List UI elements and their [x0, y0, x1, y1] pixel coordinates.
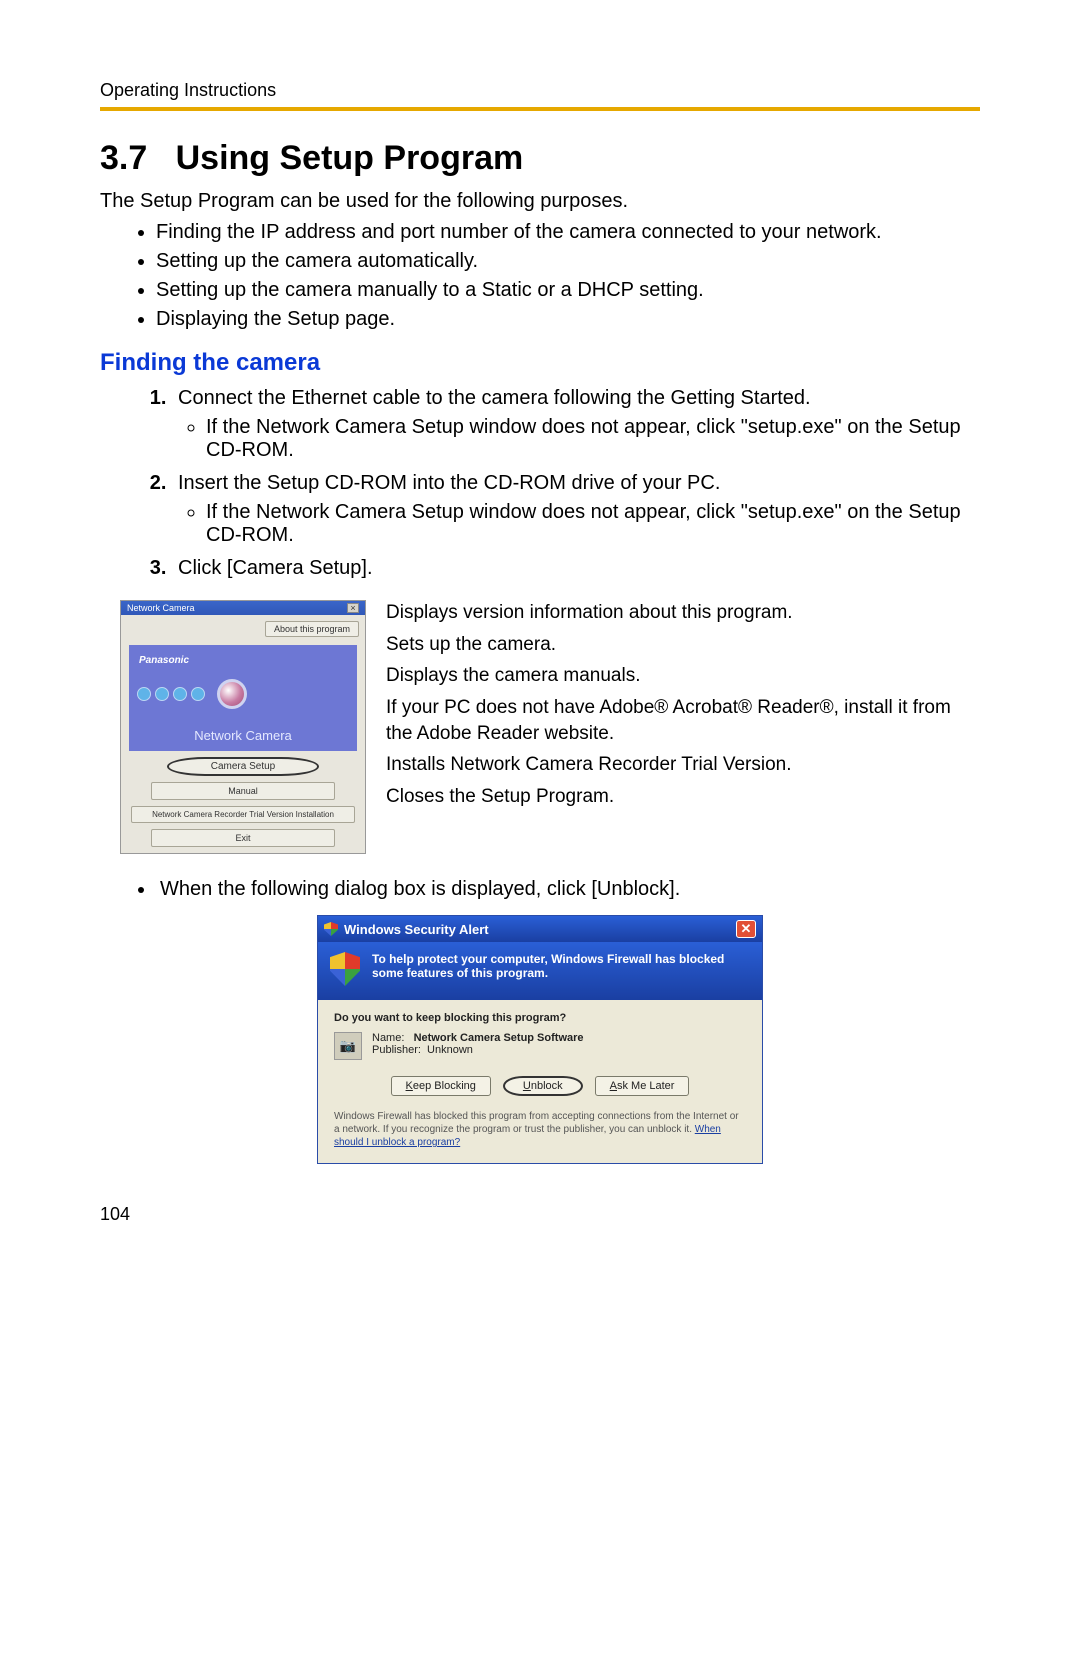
step-sub: If the Network Camera Setup window does …: [206, 501, 980, 547]
close-icon[interactable]: ×: [347, 603, 359, 613]
list-item: Setting up the camera manually to a Stat…: [156, 279, 980, 302]
brand-label: Panasonic: [139, 655, 189, 666]
intro-text: The Setup Program can be used for the fo…: [100, 190, 980, 213]
subheading: Finding the camera: [100, 349, 980, 377]
unblock-button[interactable]: UnblockUnblock: [503, 1076, 583, 1096]
star-icon: [155, 687, 169, 701]
unblock-note: When the following dialog box is display…: [100, 878, 980, 901]
list-item: Finding the IP address and port number o…: [156, 221, 980, 244]
window-title: Network Camera: [127, 603, 195, 613]
shield-small-icon: [324, 922, 338, 936]
doc-header: Operating Instructions: [100, 80, 980, 101]
shield-icon: [330, 952, 360, 986]
close-icon[interactable]: ✕: [736, 920, 756, 938]
step-item: Connect the Ethernet cable to the camera…: [172, 387, 980, 462]
callout-column: Displays version information about this …: [386, 600, 980, 815]
callout-about: Displays version information about this …: [386, 600, 980, 626]
step-text: Connect the Ethernet cable to the camera…: [178, 387, 811, 409]
camera-setup-button[interactable]: Camera Setup: [167, 757, 319, 776]
step-list: Connect the Ethernet cable to the camera…: [100, 387, 980, 580]
unblock-text: When the following dialog box is display…: [156, 878, 980, 901]
manual-button[interactable]: Manual: [151, 782, 335, 800]
callout-manuals: Displays the camera manuals.: [386, 663, 980, 689]
callout-adobe: If your PC does not have Adobe® Acrobat®…: [386, 695, 980, 746]
step-text: Insert the Setup CD-ROM into the CD-ROM …: [178, 472, 720, 494]
exit-button[interactable]: Exit: [151, 829, 335, 847]
dialog-titlebar: Windows Security Alert ✕: [318, 916, 762, 942]
about-program-button[interactable]: About this program: [265, 621, 359, 637]
list-item: Setting up the camera automatically.: [156, 250, 980, 273]
step-item: Insert the Setup CD-ROM into the CD-ROM …: [172, 472, 980, 547]
dialog-message: To help protect your computer, Windows F…: [372, 952, 750, 980]
ask-later-button[interactable]: Ask Me LaterAsk Me Later: [595, 1076, 690, 1096]
dialog-question: Do you want to keep blocking this progra…: [334, 1012, 746, 1024]
page-number: 104: [100, 1204, 980, 1225]
step-item: Click [Camera Setup].: [172, 557, 980, 580]
name-label: Name:: [372, 1032, 404, 1044]
purpose-list: Finding the IP address and port number o…: [100, 221, 980, 331]
banner-text: Network Camera: [129, 728, 357, 743]
dialog-footer: Windows Firewall has blocked this progra…: [334, 1110, 746, 1149]
app-icon: 📷: [334, 1032, 362, 1060]
step-sub: If the Network Camera Setup window does …: [206, 416, 980, 462]
callout-close: Closes the Setup Program.: [386, 784, 980, 810]
section-number: 3.7: [100, 139, 147, 177]
banner: Panasonic Network Camera: [129, 645, 357, 751]
footer-text: Windows Firewall has blocked this progra…: [334, 1111, 739, 1135]
setup-window: Network Camera × About this program Pana…: [120, 600, 366, 854]
recorder-install-button[interactable]: Network Camera Recorder Trial Version In…: [131, 806, 355, 823]
program-name: Network Camera Setup Software: [414, 1032, 584, 1044]
setup-figure: Network Camera × About this program Pana…: [120, 600, 980, 854]
banner-icons: [137, 679, 247, 709]
lens-icon: [217, 679, 247, 709]
window-titlebar: Network Camera ×: [121, 601, 365, 615]
globe-icon: [137, 687, 151, 701]
info-icon: [173, 687, 187, 701]
dialog-message-bar: To help protect your computer, Windows F…: [318, 942, 762, 1000]
dialog-title: Windows Security Alert: [344, 922, 489, 937]
list-item: Displaying the Setup page.: [156, 308, 980, 331]
section-heading: 3.7 Using Setup Program: [100, 139, 980, 178]
step-text: Click [Camera Setup].: [178, 557, 373, 579]
program-info: 📷 Name: Network Camera Setup Software Pu…: [334, 1032, 746, 1060]
security-alert-dialog: Windows Security Alert ✕ To help protect…: [317, 915, 763, 1164]
header-rule: [100, 107, 980, 111]
publisher-label: Publisher:: [372, 1044, 421, 1056]
world-icon: [191, 687, 205, 701]
section-title: Using Setup Program: [176, 139, 524, 177]
keep-blocking-button[interactable]: KKeep Blockingeep Blocking: [391, 1076, 491, 1096]
publisher-value: Unknown: [427, 1044, 473, 1056]
callout-recorder: Installs Network Camera Recorder Trial V…: [386, 752, 980, 778]
callout-setup: Sets up the camera.: [386, 632, 980, 658]
